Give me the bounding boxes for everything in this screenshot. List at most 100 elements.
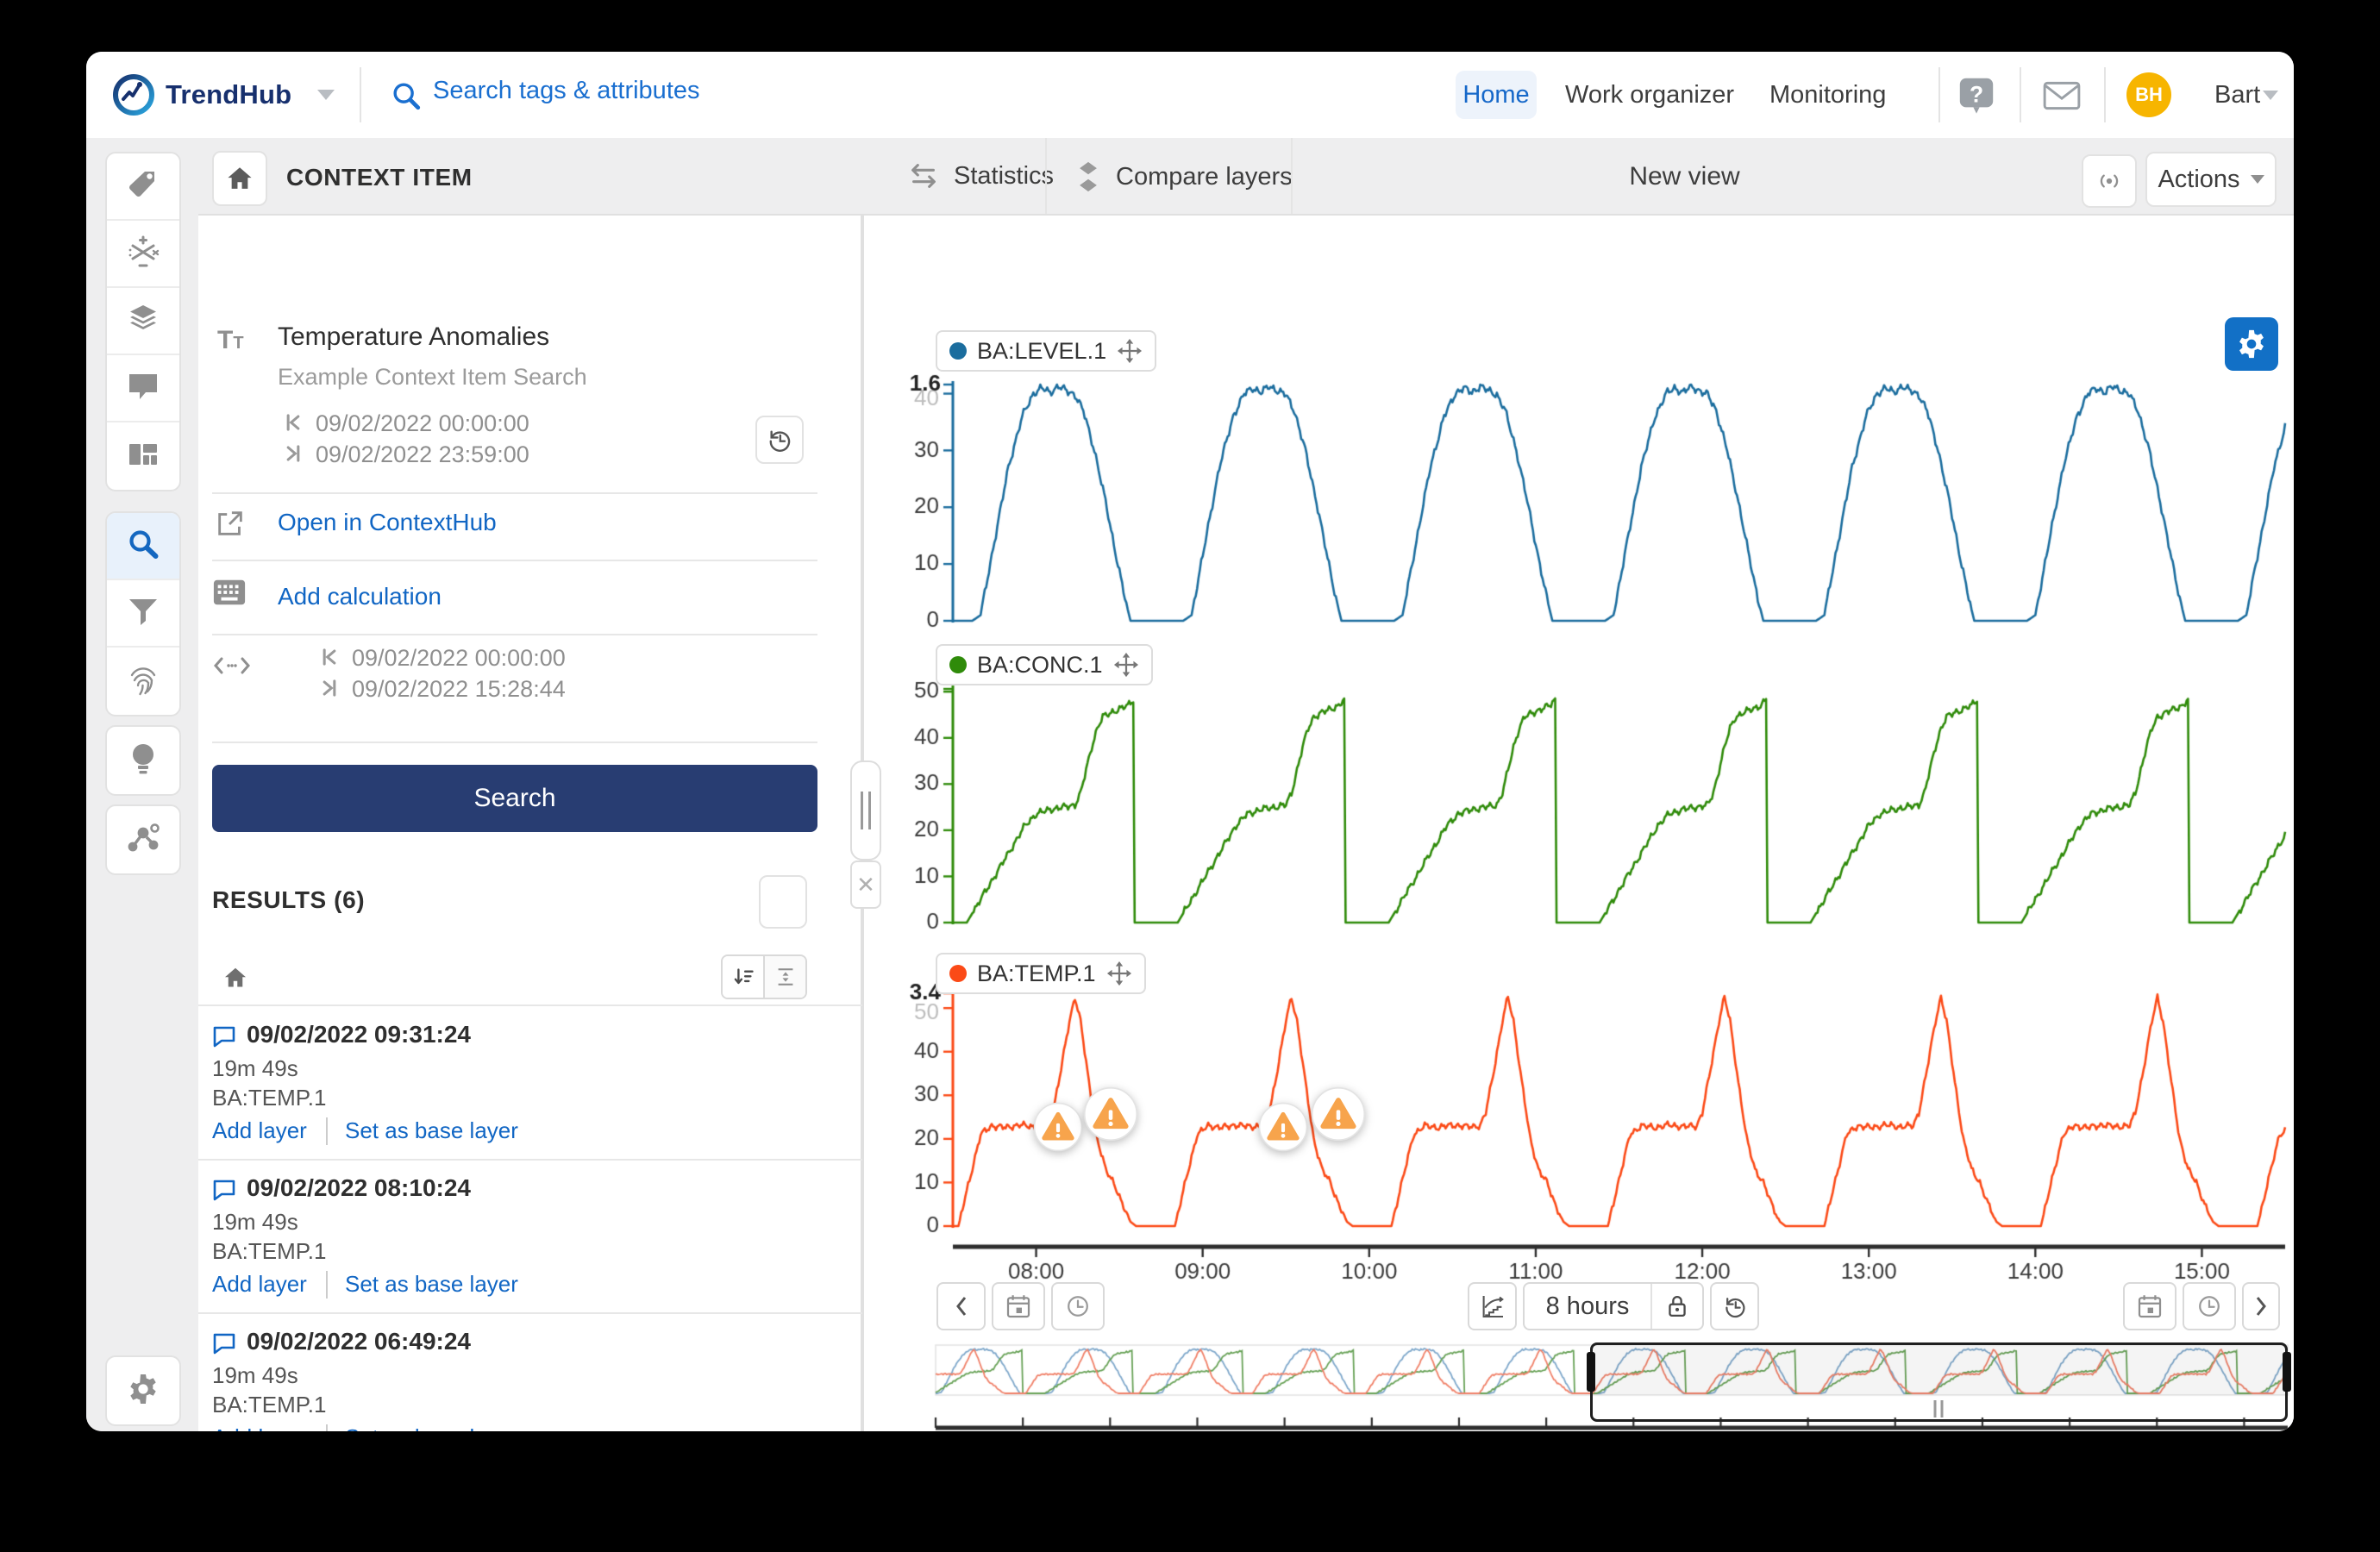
comment-icon <box>212 1178 236 1206</box>
clock-start-button[interactable] <box>1051 1282 1105 1330</box>
rail-item-calculation[interactable] <box>107 221 179 288</box>
pan-left-button[interactable] <box>936 1282 986 1330</box>
comment-icon <box>126 370 160 407</box>
search-start-date: 09/02/2022 00:00:00 <box>352 645 566 672</box>
help-icon[interactable]: ? <box>1956 74 1997 120</box>
panel-title: CONTEXT ITEM <box>286 164 473 191</box>
rail-item-layers[interactable] <box>107 288 179 355</box>
nav-tab-work-organizer[interactable]: Work organizer <box>1565 52 1734 138</box>
collapse-rows-button[interactable] <box>765 956 805 998</box>
result-timestamp: 09/02/2022 06:49:24 <box>247 1328 471 1355</box>
rail-item-tag[interactable] <box>107 153 179 221</box>
conc-chart-canvas[interactable] <box>910 679 2289 934</box>
user-menu[interactable]: Bart <box>2214 52 2260 138</box>
clock-end-button[interactable] <box>2183 1282 2236 1330</box>
splitter-handle[interactable] <box>850 760 881 860</box>
result-item[interactable]: 09/02/2022 09:31:24 19m 49s BA:TEMP.1 Ad… <box>198 1007 862 1161</box>
time-axis-canvas <box>910 1242 2289 1285</box>
live-mode-button[interactable] <box>2082 154 2137 208</box>
history-back-button[interactable] <box>1710 1282 1759 1330</box>
home-icon[interactable] <box>222 965 248 995</box>
add-calculation-link[interactable]: Add calculation <box>278 583 442 610</box>
results-toolbar <box>198 953 862 1004</box>
history-icon <box>765 425 794 454</box>
layer-compare-mode-button[interactable] <box>1468 1282 1517 1330</box>
rail-item-filter[interactable] <box>107 580 179 648</box>
lock-duration-button[interactable] <box>1650 1284 1702 1329</box>
set-base-layer-link[interactable]: Set as base layer <box>345 1117 518 1144</box>
set-base-layer-link[interactable]: Set as base layer <box>345 1424 518 1431</box>
panel-close-button[interactable]: ✕ <box>850 860 881 909</box>
item-end-date: 09/02/2022 23:59:00 <box>316 441 529 468</box>
user-menu-chevron-icon[interactable] <box>2263 91 2278 100</box>
duration-group: 8 hours <box>1523 1282 1704 1330</box>
move-icon[interactable] <box>1113 652 1139 678</box>
compare-layers-button[interactable]: Compare layers <box>1073 160 1293 193</box>
brush-handle-left[interactable] <box>1587 1352 1595 1392</box>
overview-brush[interactable] <box>1590 1342 2288 1422</box>
result-item[interactable]: 09/02/2022 06:49:24 19m 49s BA:TEMP.1 Ad… <box>198 1314 862 1431</box>
app-switcher-chevron-icon[interactable] <box>317 90 335 100</box>
compare-layers-icon <box>1073 160 1104 193</box>
add-layer-link[interactable]: Add layer <box>212 1117 307 1144</box>
rail-item-dashboard[interactable] <box>107 422 179 490</box>
statistics-button[interactable]: Statistics <box>905 160 1054 191</box>
search-input[interactable] <box>431 76 1193 106</box>
rail-item-connections[interactable] <box>107 806 179 873</box>
chart-settings-button[interactable] <box>2225 317 2278 371</box>
filter-icon <box>126 594 160 633</box>
calendar-end-button[interactable] <box>2123 1282 2176 1330</box>
result-tag: BA:TEMP.1 <box>212 1392 326 1418</box>
warning-badge[interactable] <box>1033 1102 1083 1156</box>
nav-tab-home[interactable]: Home <box>1456 71 1537 119</box>
warning-badge[interactable] <box>1083 1086 1138 1146</box>
add-layer-link[interactable]: Add layer <box>212 1271 307 1298</box>
skip-end-icon <box>281 441 305 470</box>
search-icon <box>390 79 423 116</box>
open-in-contexthub-link[interactable]: Open in ContextHub <box>278 509 497 536</box>
avatar[interactable]: BH <box>2126 72 2171 117</box>
calendar-icon <box>1005 1292 1032 1320</box>
warning-badge[interactable] <box>1258 1102 1308 1156</box>
rail-item-comment[interactable] <box>107 355 179 422</box>
move-icon[interactable] <box>1117 338 1143 364</box>
mail-icon[interactable] <box>2042 80 2082 116</box>
legend-level[interactable]: BA:LEVEL.1 <box>936 330 1156 372</box>
set-base-layer-link[interactable]: Set as base layer <box>345 1271 518 1298</box>
result-duration: 19m 49s <box>212 1209 298 1236</box>
pan-right-button[interactable] <box>2242 1282 2280 1330</box>
context-panel-header: CONTEXT ITEM <box>198 138 862 216</box>
rail-item-lightbulb[interactable] <box>107 727 179 794</box>
rail-item-fingerprint[interactable] <box>107 648 179 715</box>
results-menu-button[interactable] <box>759 875 807 929</box>
sort-descending-button[interactable] <box>723 956 765 998</box>
actions-button[interactable]: Actions <box>2145 152 2277 207</box>
warning-badge[interactable] <box>1311 1086 1366 1146</box>
tag-icon <box>126 167 160 206</box>
search-button[interactable]: Search <box>212 765 817 832</box>
brush-grip-icon[interactable] <box>1934 1400 1944 1417</box>
rail-item-search[interactable] <box>107 513 179 580</box>
legend-conc[interactable]: BA:CONC.1 <box>936 644 1153 685</box>
actions-chevron-icon <box>2251 175 2264 184</box>
sort-icon <box>731 965 755 989</box>
duration-label[interactable]: 8 hours <box>1525 1292 1650 1321</box>
rail-item-settings[interactable] <box>107 1357 179 1424</box>
move-icon[interactable] <box>1106 961 1132 986</box>
result-item[interactable]: 09/02/2022 08:10:24 19m 49s BA:TEMP.1 Ad… <box>198 1161 862 1314</box>
trendhub-logo-icon <box>112 73 155 121</box>
level-chart-canvas[interactable] <box>910 373 2289 641</box>
history-button[interactable] <box>755 416 804 464</box>
calendar-start-button[interactable] <box>992 1282 1045 1330</box>
clock-icon <box>1064 1292 1092 1320</box>
trend-steps-icon <box>1479 1292 1506 1320</box>
nav-tab-monitoring[interactable]: Monitoring <box>1769 52 1886 138</box>
add-layer-link[interactable]: Add layer <box>212 1424 307 1431</box>
main-area: CONTEXT ITEM TT Temperature Anomalies Ex… <box>86 138 2294 1431</box>
gear-icon <box>2235 328 2268 360</box>
legend-temp[interactable]: BA:TEMP.1 <box>936 953 1146 994</box>
close-icon: ✕ <box>856 872 875 898</box>
brush-handle-right[interactable] <box>2283 1352 2291 1392</box>
home-button[interactable] <box>212 151 267 206</box>
app-title: TrendHub <box>166 79 291 110</box>
